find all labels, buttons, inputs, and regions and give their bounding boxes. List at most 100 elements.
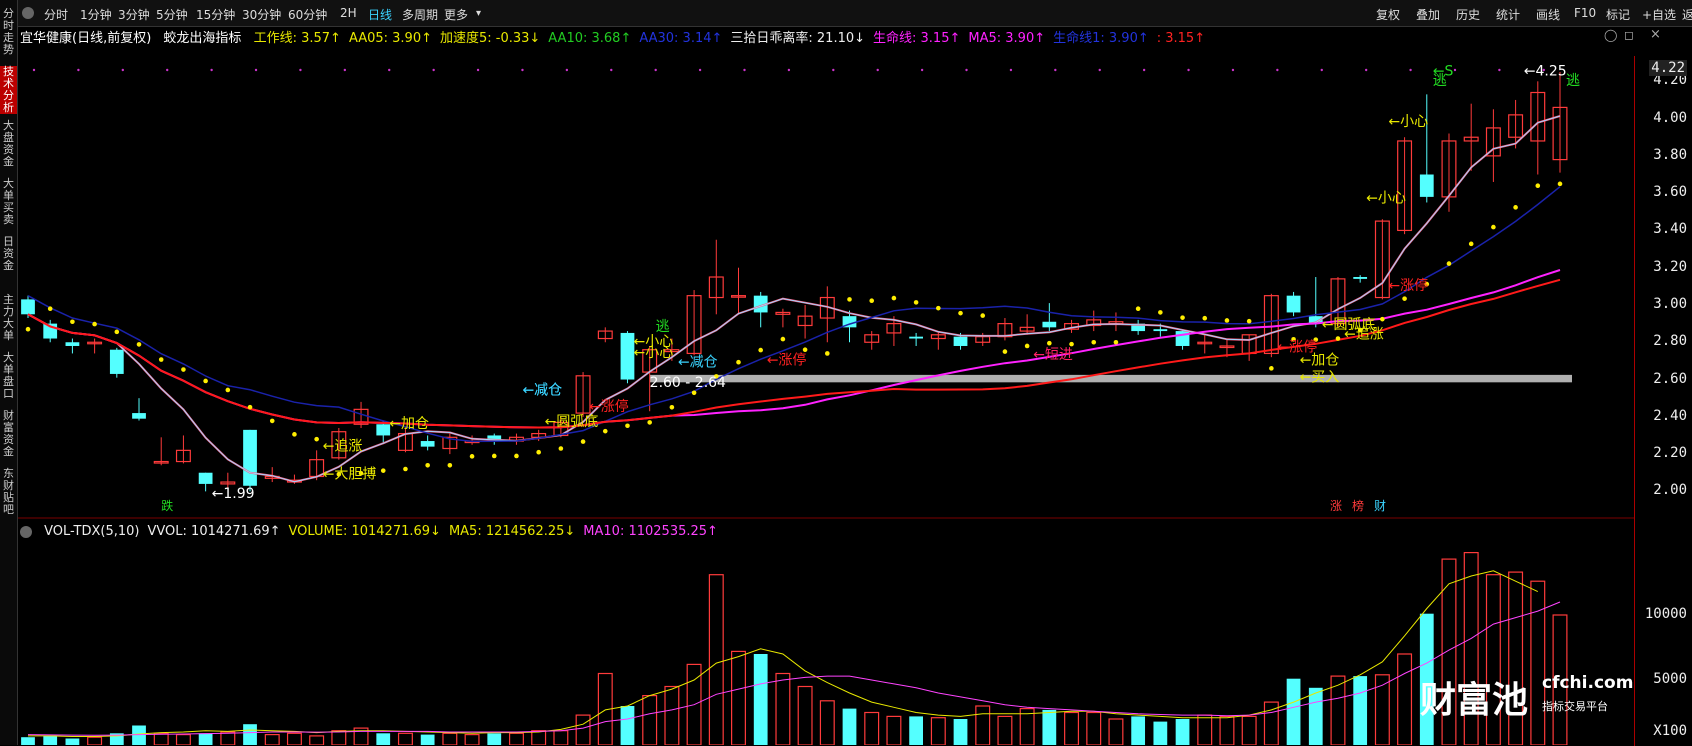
top-dot [1009, 68, 1013, 72]
candle-down [1353, 277, 1368, 279]
top-dot [698, 68, 702, 72]
sidebar-item-technical[interactable]: 技术分析 [0, 66, 17, 114]
top-dot [1142, 68, 1146, 72]
btn-stats[interactable]: 统计 [1496, 6, 1520, 23]
volume-bar-up [708, 574, 724, 745]
indicator-value-5: 三拾日乖离率: 21.10↓ [730, 31, 866, 46]
candle-down [21, 299, 35, 315]
sar-dot [92, 321, 97, 327]
sidebar-item-big-orders[interactable]: 大单买卖 [0, 178, 17, 230]
sar-dot [269, 418, 275, 424]
candle-down [1153, 329, 1168, 332]
volume-bar-up [531, 730, 547, 745]
btn-adjust[interactable]: 复权 [1376, 6, 1400, 23]
sar-dot [1135, 306, 1141, 312]
tab-15min[interactable]: 15分钟 [196, 6, 235, 23]
btn-mark[interactable]: 标记 [1606, 6, 1630, 23]
tab-timeshare[interactable]: 分时 [44, 6, 68, 23]
collapse-icon[interactable] [22, 7, 34, 19]
top-dot [210, 68, 213, 72]
top-dot [1453, 68, 1457, 72]
volume-bar-down [132, 725, 146, 745]
sidebar-item-market-funds[interactable]: 大盘资金 [0, 120, 17, 172]
sar-dot [1069, 341, 1074, 347]
tab-multi-period[interactable]: 多周期 [402, 6, 438, 23]
volume-bar-up [642, 694, 658, 745]
volume-bar-up [1397, 653, 1413, 745]
tab-5min[interactable]: 5分钟 [156, 6, 188, 23]
sar-dot [1446, 261, 1452, 266]
indicator-value-3: AA10: 3.68↑ [548, 31, 632, 46]
indicator-value-7: MA5: 3.90↑ [968, 31, 1046, 46]
signal-label-23: 逃 [1566, 73, 1580, 89]
sidebar-item-wealth-funds[interactable]: 财富资金 [0, 410, 17, 462]
sar-dot [447, 462, 453, 468]
btn-history[interactable]: 历史 [1456, 6, 1480, 23]
tab-60min[interactable]: 60分钟 [288, 6, 327, 23]
top-dot [121, 68, 125, 72]
price-tick: 2.00 [1653, 482, 1687, 499]
watermark-slogan: 指标交易平台 [1542, 700, 1608, 713]
kline-chart[interactable]: ←减仓←加仓←追涨←大胆搏←圆弧底←涨停←小心←小心逃←短进←买入←加仓←圆弧底… [18, 47, 1634, 745]
top-dot [1498, 68, 1501, 72]
indicator-value-4: AA30: 3.14↑ [639, 31, 723, 46]
volume-bar-down [243, 724, 257, 745]
top-dot [432, 68, 435, 72]
volume-bar-down [376, 733, 391, 745]
sar-dot [70, 319, 75, 325]
tab-1min[interactable]: 1分钟 [80, 6, 112, 23]
btn-add-watchlist[interactable]: +自选 [1642, 6, 1676, 23]
volume-bar-down [620, 706, 635, 745]
volume-bar-up [864, 711, 880, 745]
top-dot [299, 68, 302, 72]
btn-draw[interactable]: 画线 [1536, 6, 1560, 23]
sar-dot [1402, 296, 1407, 301]
close-icon[interactable]: × [1650, 27, 1661, 42]
sar-dot [1246, 318, 1252, 324]
price-tick: 2.60 [1653, 370, 1687, 387]
indicator-name[interactable]: 蛟龙出海指标 [163, 31, 241, 46]
sar-dot [1202, 315, 1208, 321]
volume-bar-up [397, 732, 413, 745]
volume-bar-up [331, 730, 347, 745]
candle-down [376, 424, 391, 436]
btn-f10[interactable]: F10 [1574, 6, 1596, 20]
tab-30min[interactable]: 30分钟 [242, 6, 281, 23]
candle-down [243, 429, 257, 486]
sidebar-item-daily-funds[interactable]: 日资金 [0, 236, 17, 288]
candle-down [1286, 295, 1301, 313]
restore-icon[interactable]: ◻ [1624, 28, 1634, 42]
sidebar-item-order-book[interactable]: 大单盘口 [0, 352, 17, 404]
tab-2h[interactable]: 2H [340, 6, 357, 20]
volume-bar-down [1131, 716, 1146, 745]
volume-bar-down [1286, 678, 1301, 745]
sar-dot [181, 367, 186, 372]
candle-down [109, 349, 124, 374]
tab-daily[interactable]: 日线 [368, 6, 392, 23]
more-dropdown-icon[interactable]: ▾ [476, 8, 481, 19]
volume-bar-up [442, 732, 458, 745]
indicator-value-0: 工作线: 3.57↑ [253, 31, 341, 46]
price-tick: 2.20 [1653, 445, 1687, 462]
tab-more[interactable]: 更多 [444, 6, 468, 23]
watermark-brand: 财富池 [1420, 680, 1529, 721]
tab-3min[interactable]: 3分钟 [118, 6, 150, 23]
top-dot [1231, 68, 1235, 72]
sidebar-item-main-force[interactable]: 主力大单 [0, 294, 17, 346]
btn-back[interactable]: 返回 [1682, 6, 1692, 23]
sidebar-item-timeshare[interactable]: 分时走势 [0, 8, 17, 72]
price-tick: 3.20 [1653, 258, 1687, 275]
volume-bar-up [731, 650, 746, 745]
btn-overlay[interactable]: 叠加 [1416, 6, 1440, 23]
signal-label-13: ←追涨 [1344, 327, 1384, 343]
sidebar-item-forum[interactable]: 东财贴吧 [0, 468, 17, 520]
volume-bar-up [575, 714, 591, 745]
settings-circle-icon[interactable]: ◯ [1604, 28, 1617, 42]
sar-dot [869, 298, 875, 303]
signal-label-17: ←减仓 [678, 354, 718, 370]
volume-bar-up [1064, 711, 1080, 745]
signal-label-16: ←涨停 [767, 352, 807, 369]
top-dot [787, 68, 791, 72]
volume-bar-down [1153, 721, 1168, 745]
watermark: 财富池 cfchi.com 指标交易平台 [1420, 671, 1633, 721]
